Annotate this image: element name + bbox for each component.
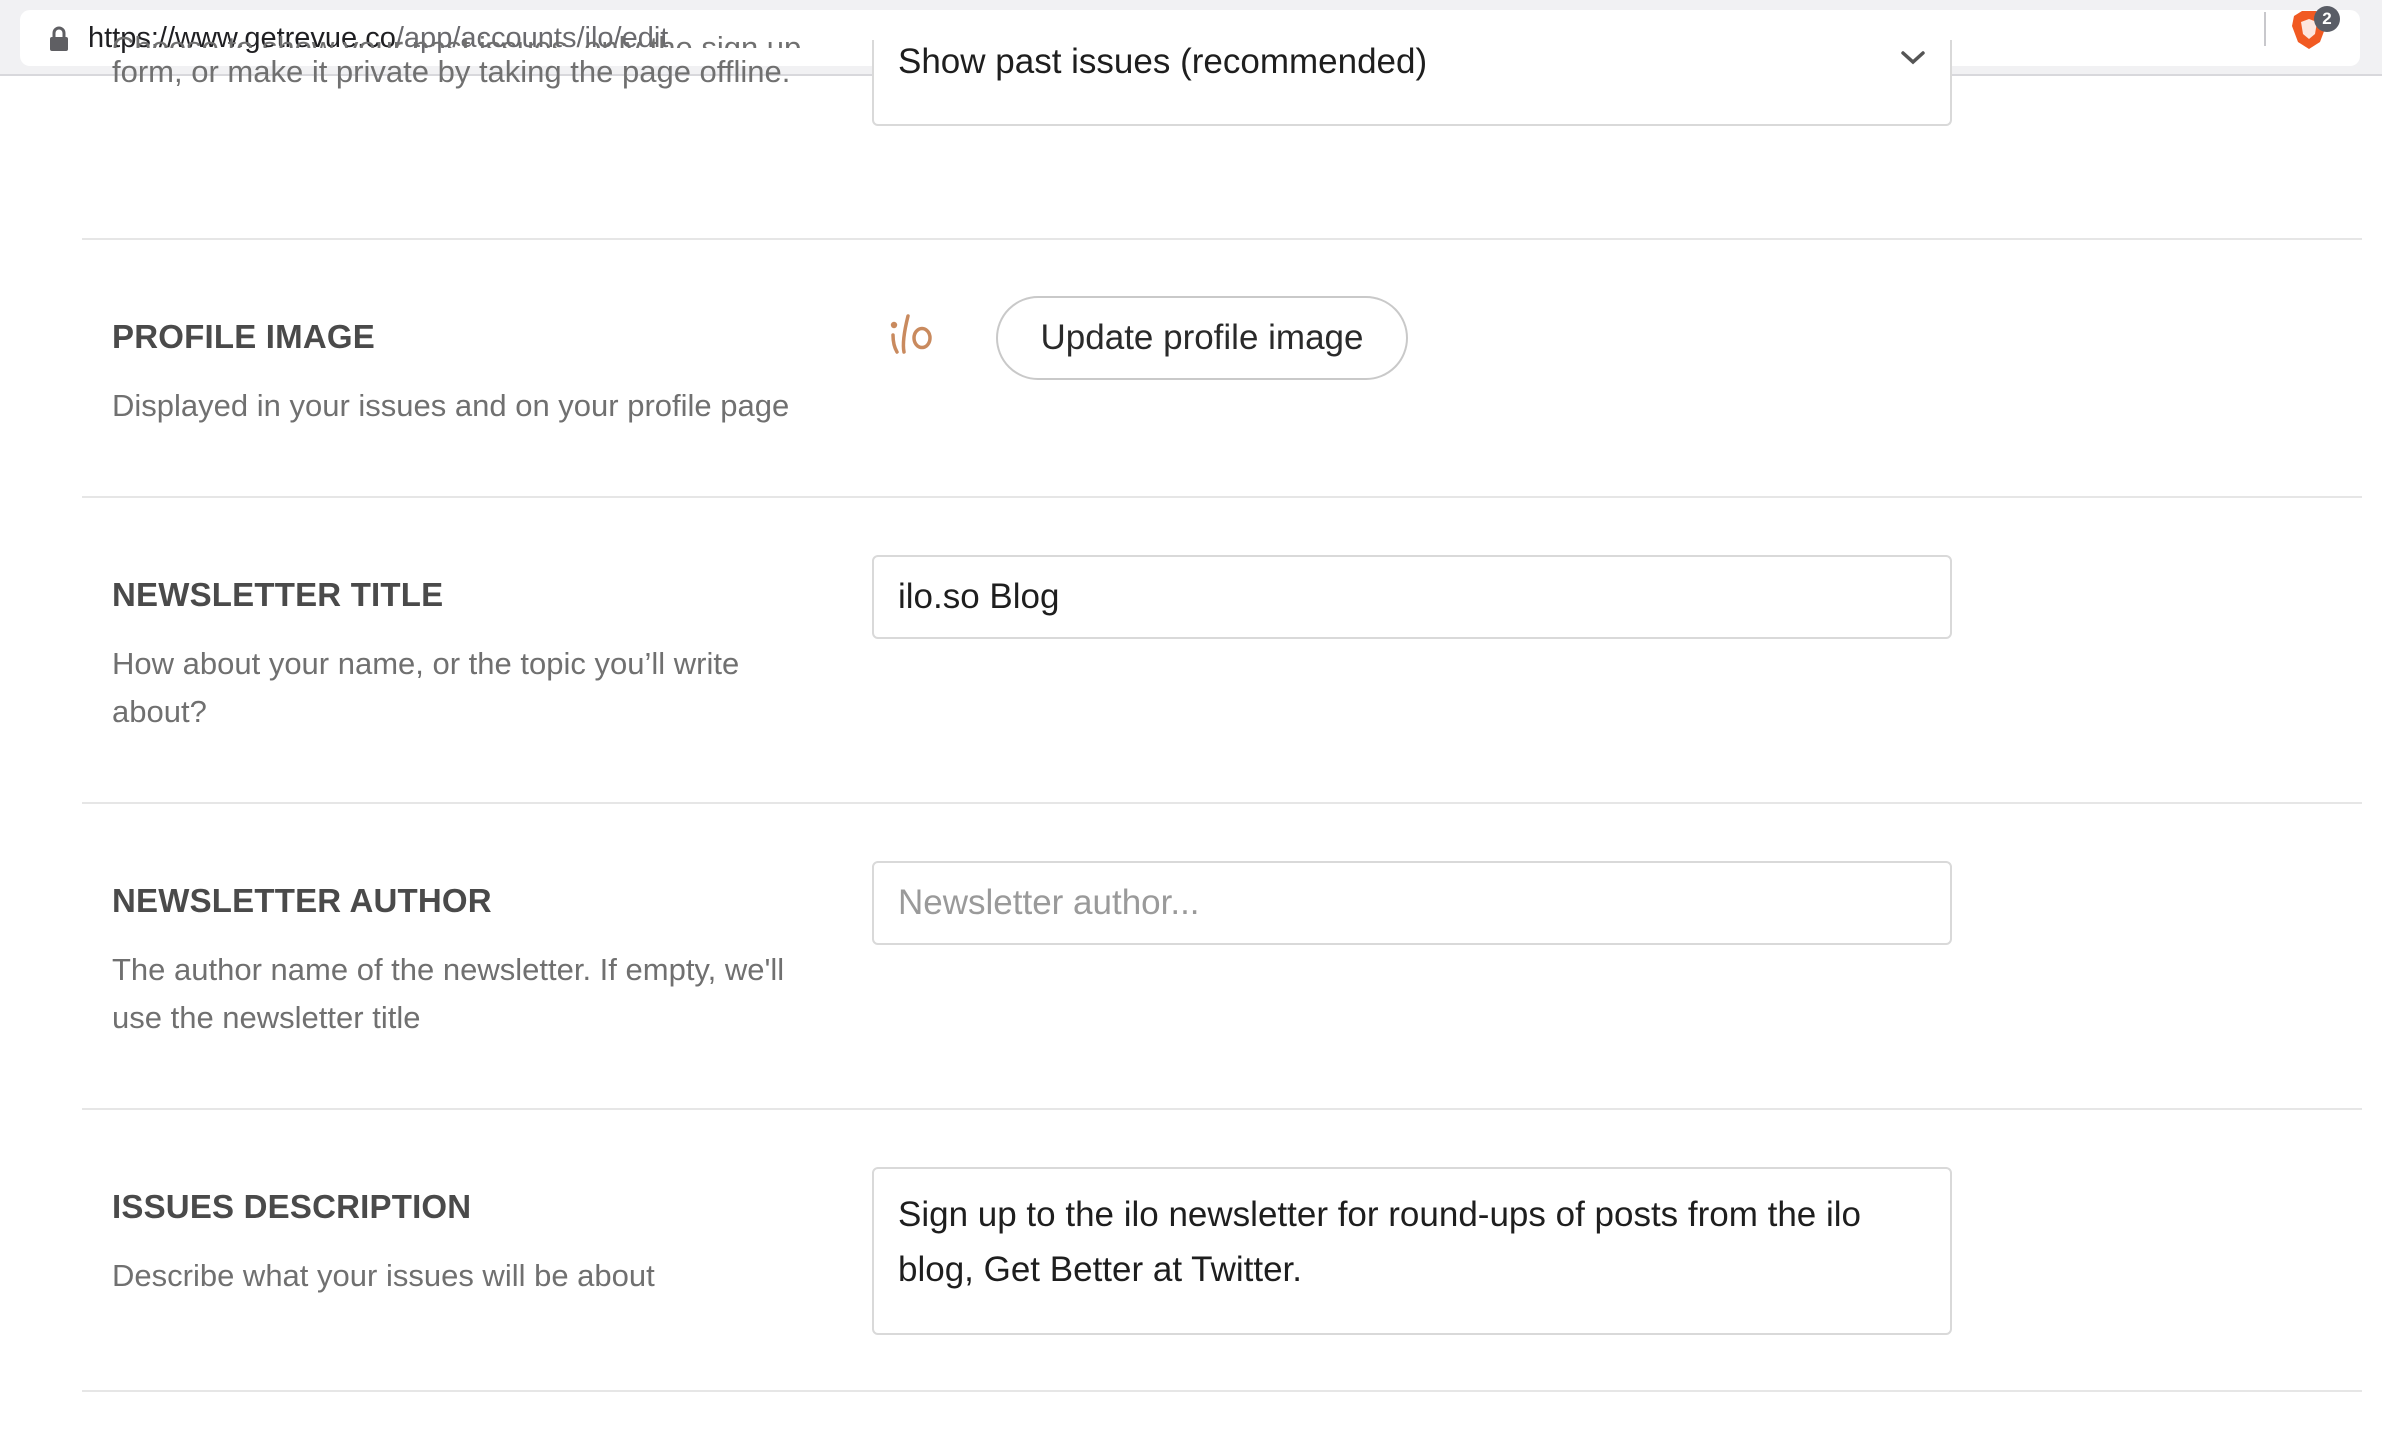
shields-count-badge: 2 bbox=[2314, 6, 2340, 32]
newsletter-title-input[interactable] bbox=[872, 555, 1952, 639]
profile-image-label: PROFILE IMAGE bbox=[112, 318, 375, 355]
issues-description-textarea[interactable]: Sign up to the ilo newsletter for round-… bbox=[872, 1167, 1952, 1335]
visibility-select[interactable]: Show past issues (recommended) bbox=[872, 40, 1952, 126]
issues-description-help: Describe what your issues will be about bbox=[112, 1258, 655, 1293]
lock-icon bbox=[50, 26, 68, 51]
visibility-desc-line1: Choose to show your past issues, only th… bbox=[112, 30, 802, 48]
newsletter-title-label: NEWSLETTER TITLE bbox=[112, 576, 444, 613]
visibility-selected-value: Show past issues (recommended) bbox=[898, 42, 1428, 81]
newsletter-author-description: The author name of the newsletter. If em… bbox=[112, 952, 785, 1035]
row-divider bbox=[82, 496, 2362, 498]
row-divider bbox=[82, 238, 2362, 240]
profile-image-description: Displayed in your issues and on your pro… bbox=[112, 388, 790, 423]
visibility-description: Choose to show your past issues, only th… bbox=[112, 30, 872, 96]
toolbar-separator bbox=[2264, 12, 2266, 46]
newsletter-author-label: NEWSLETTER AUTHOR bbox=[112, 882, 492, 919]
update-profile-image-button[interactable]: Update profile image bbox=[996, 296, 1408, 380]
row-divider bbox=[82, 1390, 2362, 1392]
chevron-down-icon bbox=[1901, 51, 1925, 65]
newsletter-title-description: How about your name, or the topic you’ll… bbox=[112, 646, 740, 729]
ilo-logo-avatar bbox=[890, 314, 932, 354]
row-divider bbox=[82, 802, 2362, 804]
row-divider bbox=[82, 1108, 2362, 1110]
newsletter-author-input[interactable] bbox=[872, 861, 1952, 945]
issues-description-label: ISSUES DESCRIPTION bbox=[112, 1188, 472, 1225]
visibility-desc-line2: form, or make it private by taking the p… bbox=[112, 54, 791, 89]
